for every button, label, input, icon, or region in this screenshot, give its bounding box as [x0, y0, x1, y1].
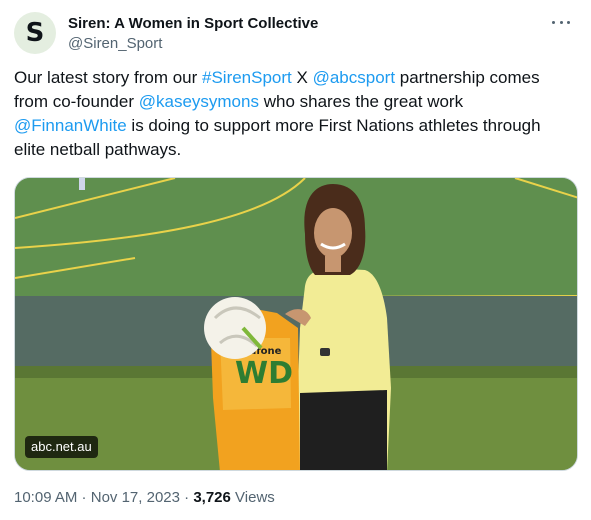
mention-kaseysymons-link[interactable]: @kaseysymons — [139, 92, 259, 111]
mention-abcsport-link[interactable]: @abcsport — [313, 68, 395, 87]
tweet-time-link[interactable]: 10:09 AM — [14, 489, 77, 506]
author-display-name[interactable]: Siren: A Women in Sport Collective — [68, 14, 318, 34]
tweet-card: S Siren: A Women in Sport Collective @Si… — [0, 0, 591, 520]
meta-separator: · — [179, 489, 194, 506]
meta-separator: · — [77, 489, 91, 506]
tweet-text-segment: Our latest story from our — [14, 68, 202, 87]
tweet-photo[interactable]: WD vodafone abc.net.au — [14, 177, 578, 471]
views-count: 3,726 — [193, 489, 231, 506]
tweet-text: Our latest story from our #SirenSport X … — [14, 66, 574, 162]
author-names: Siren: A Women in Sport Collective @Sire… — [68, 14, 318, 54]
author-handle[interactable]: @Siren_Sport — [68, 34, 318, 54]
photo-illustration: WD vodafone — [15, 178, 577, 470]
mention-finnanwhite-link[interactable]: @FinnanWhite — [14, 116, 127, 135]
hashtag-sirensport-link[interactable]: #SirenSport — [202, 68, 292, 87]
views-label: Views — [235, 489, 275, 506]
tweet-text-segment: who shares the great work — [258, 92, 464, 111]
link-source-badge[interactable]: abc.net.au — [25, 436, 98, 458]
tweet-header: S Siren: A Women in Sport Collective @Si… — [14, 12, 577, 56]
tweet-date-link[interactable]: Nov 17, 2023 — [91, 489, 180, 506]
tweet-meta: 10:09 AM · Nov 17, 2023 · 3,726 Views — [14, 488, 275, 508]
bib-letters: WD — [235, 356, 293, 391]
tweet-text-segment: X — [291, 68, 313, 87]
more-options-icon[interactable] — [549, 12, 573, 32]
avatar[interactable]: S — [14, 12, 56, 54]
